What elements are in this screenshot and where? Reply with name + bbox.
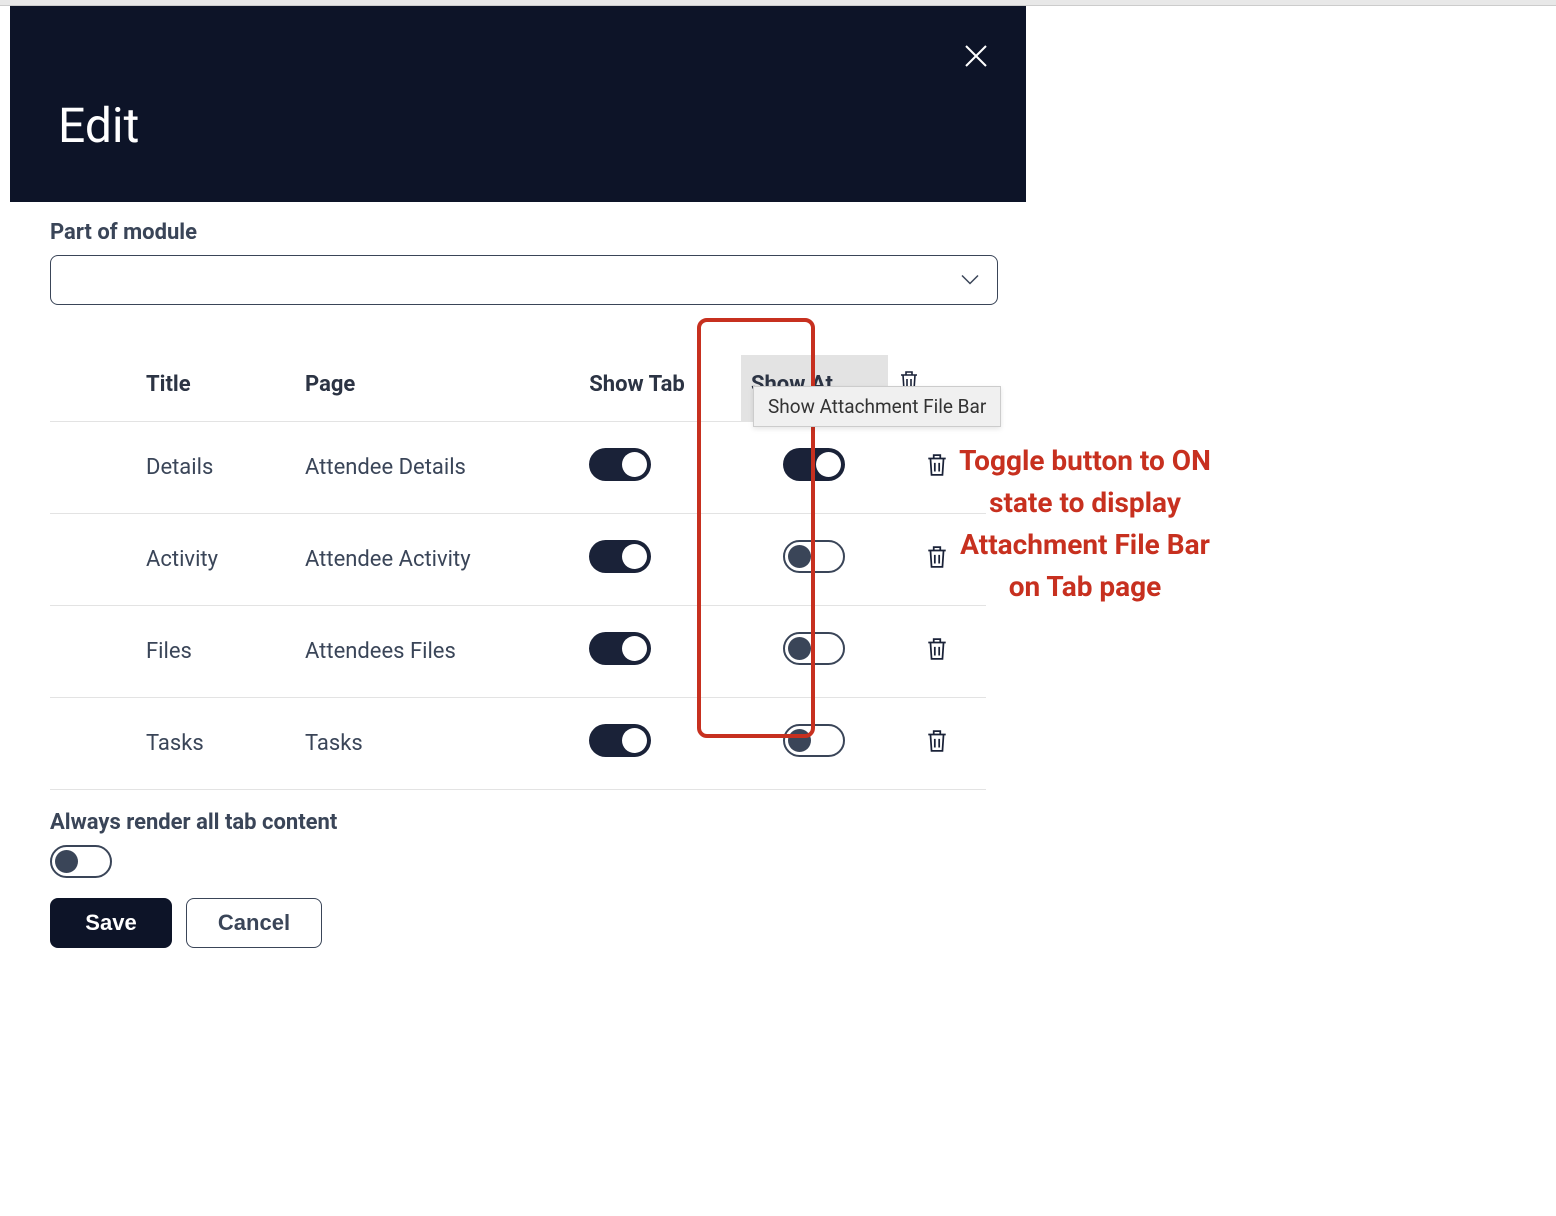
save-button[interactable]: Save bbox=[50, 898, 172, 948]
row-show-tab-cell bbox=[579, 514, 741, 606]
show-tab-toggle[interactable] bbox=[589, 632, 651, 665]
show-tab-toggle[interactable] bbox=[589, 724, 651, 757]
row-show-att-cell bbox=[741, 514, 888, 606]
cancel-button[interactable]: Cancel bbox=[186, 898, 322, 948]
show-attachment-toggle[interactable] bbox=[783, 448, 845, 481]
delete-row-button[interactable] bbox=[925, 635, 949, 663]
modal-title: Edit bbox=[58, 97, 139, 154]
delete-row-button[interactable] bbox=[925, 543, 949, 571]
show-attachment-toggle[interactable] bbox=[783, 540, 845, 573]
button-row: Save Cancel bbox=[50, 898, 986, 948]
delete-row-button[interactable] bbox=[925, 451, 949, 479]
row-show-att-cell bbox=[741, 606, 888, 698]
row-delete-cell bbox=[888, 606, 986, 698]
module-select-wrap bbox=[50, 255, 998, 305]
row-show-tab-cell bbox=[579, 422, 741, 514]
table-header-title: Title bbox=[50, 355, 295, 422]
table-row: ActivityAttendee Activity bbox=[50, 514, 986, 606]
table-header-show-tab: Show Tab bbox=[579, 355, 741, 422]
row-delete-cell bbox=[888, 698, 986, 790]
module-field-label: Part of module bbox=[50, 220, 986, 245]
edit-modal: Edit Part of module Title Page Show Tab … bbox=[10, 6, 1026, 988]
row-page: Attendee Details bbox=[295, 422, 579, 514]
row-title: Details bbox=[50, 422, 295, 514]
row-show-att-cell bbox=[741, 422, 888, 514]
always-render-toggle[interactable] bbox=[50, 845, 112, 878]
show-attachment-toggle[interactable] bbox=[783, 724, 845, 757]
tooltip: Show Attachment File Bar bbox=[753, 386, 1001, 427]
row-show-tab-cell bbox=[579, 606, 741, 698]
tabs-table-wrap: Title Page Show Tab Show At... DetailsAt… bbox=[50, 355, 986, 948]
always-render-label: Always render all tab content bbox=[50, 810, 986, 835]
row-show-tab-cell bbox=[579, 698, 741, 790]
row-page: Attendee Activity bbox=[295, 514, 579, 606]
table-row: FilesAttendees Files bbox=[50, 606, 986, 698]
close-icon bbox=[963, 43, 989, 69]
row-title: Tasks bbox=[50, 698, 295, 790]
row-page: Tasks bbox=[295, 698, 579, 790]
table-row: TasksTasks bbox=[50, 698, 986, 790]
delete-row-button[interactable] bbox=[925, 727, 949, 755]
table-row: DetailsAttendee Details bbox=[50, 422, 986, 514]
close-button[interactable] bbox=[960, 40, 992, 72]
show-tab-toggle[interactable] bbox=[589, 540, 651, 573]
show-tab-toggle[interactable] bbox=[589, 448, 651, 481]
row-title: Activity bbox=[50, 514, 295, 606]
show-attachment-toggle[interactable] bbox=[783, 632, 845, 665]
row-show-att-cell bbox=[741, 698, 888, 790]
module-select[interactable] bbox=[50, 255, 998, 305]
row-title: Files bbox=[50, 606, 295, 698]
annotation-text: Toggle button to ON state to display Att… bbox=[955, 440, 1215, 608]
row-page: Attendees Files bbox=[295, 606, 579, 698]
table-header-page: Page bbox=[295, 355, 579, 422]
modal-header: Edit bbox=[10, 6, 1026, 202]
modal-body: Part of module Title Page Show Tab Show … bbox=[10, 202, 1026, 988]
